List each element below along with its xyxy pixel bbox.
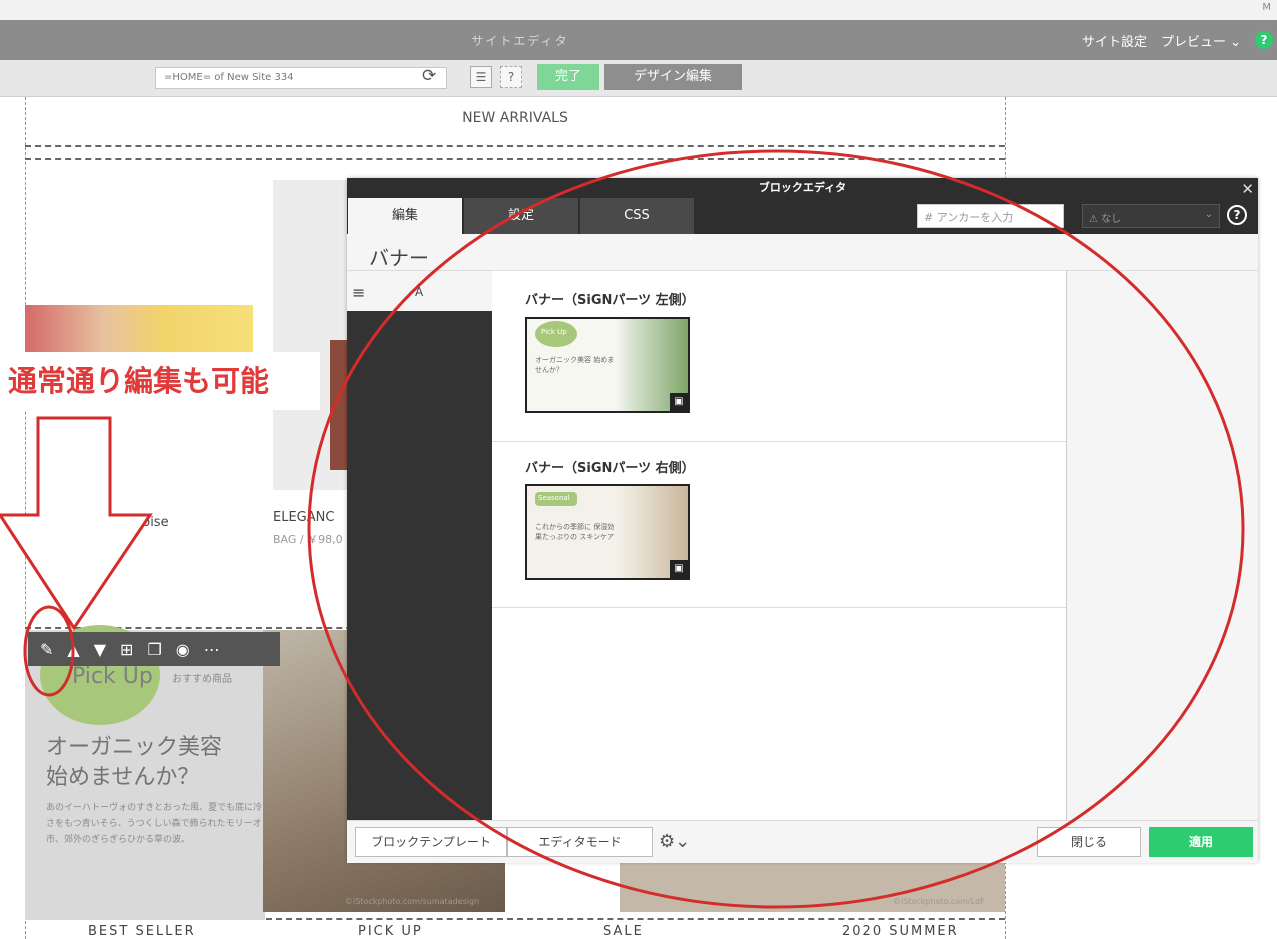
hamburger-icon[interactable]: ≡ [352, 283, 365, 302]
gear-icon[interactable]: ⚙⌄ [659, 831, 690, 852]
banner-thumbnail[interactable]: Pick Up オーガニック美容 始めませんか？ ▣ [525, 317, 690, 413]
product-price: BAG / ￥98,000- [25, 540, 113, 553]
anchor-input[interactable]: # アンカーを入力 [917, 204, 1064, 228]
more-icon[interactable]: ⋯ [204, 640, 220, 659]
section-label: PICK UP [358, 924, 423, 939]
reload-icon[interactable]: ⟳ [422, 66, 436, 86]
top-strip-mark: M [1262, 2, 1271, 13]
title-bar: サイトエディタ サイト設定 プレビュー ⌄ ? [0, 20, 1277, 60]
visibility-select-value: なし [1101, 214, 1122, 225]
tab-settings[interactable]: 設定 [464, 198, 578, 234]
tab-css[interactable]: CSS [580, 198, 694, 234]
pickup-body: あのイーハトーヴォのすきとおった風、夏でも底に冷たさをもつ青いそら、うつくしい森… [46, 803, 272, 845]
image-icon[interactable]: ▣ [670, 560, 688, 578]
section-divider [25, 145, 1005, 147]
thumb-text: これからの季節に 保湿効果たっぷりの スキンケア [535, 523, 615, 541]
page-select[interactable]: =HOME= of New Site 334 [155, 67, 447, 89]
photo-credit: ©iStockphoto.com/LdF [893, 897, 985, 906]
pencil-icon[interactable]: ✎ [40, 640, 53, 659]
block-editor-dialog: ブロックエディタ ✕ 編集 設定 CSS # アンカーを入力 ⚠ なし ⌄ ? … [347, 178, 1258, 863]
section-label: BEST SELLER [88, 924, 196, 939]
section-title: NEW ARRIVALS [462, 110, 568, 126]
product-image-detail [330, 340, 348, 470]
product-name[interactable]: ELEGANC [273, 510, 334, 525]
block-template-button[interactable]: ブロックテンプレート [355, 827, 507, 857]
banner-title: バナー（SiGNパーツ 右側） [525, 461, 695, 476]
done-button[interactable]: 完了 [537, 64, 599, 90]
thumb-text: オーガニック美容 始めませんか？ [535, 356, 615, 374]
add-block-icon[interactable]: ⊞ [120, 640, 133, 659]
section-label: SALE [603, 924, 644, 939]
banner-list: バナー（SiGNパーツ 左側） Pick Up オーガニック美容 始めませんか？… [492, 270, 1066, 821]
item-label: A [415, 285, 424, 299]
block-toolbar: ✎ ▲ ▼ ⊞ ❐ ◉ ⋯ [28, 632, 280, 666]
editor-mode-button[interactable]: エディタモード [507, 827, 653, 857]
pickup-sub: おすすめ商品 [172, 674, 232, 685]
image-icon[interactable]: ▣ [670, 393, 688, 411]
site-settings-link[interactable]: サイト設定 [1082, 31, 1147, 50]
pickup-heading: オーガニック美容 [46, 735, 223, 760]
banner-thumbnail[interactable]: Seasonal これからの季節に 保湿効果たっぷりの スキンケア ▣ [525, 484, 690, 580]
thumb-badge-label: Pick Up [541, 328, 567, 336]
divider [492, 441, 1066, 442]
close-button[interactable]: 閉じる [1037, 827, 1141, 857]
tab-edit[interactable]: 編集 [348, 198, 462, 234]
photo-credit: ©iStockphoto.com/sumatadesign [345, 897, 480, 906]
visibility-icon[interactable]: ◉ [176, 640, 190, 659]
move-down-icon[interactable]: ▼ [94, 640, 106, 659]
banner-title: バナー（SiGNパーツ 左側） [525, 293, 695, 308]
apply-button[interactable]: 適用 [1149, 827, 1253, 857]
app-title: サイトエディタ [471, 34, 569, 48]
product-name[interactable]: ELEGANCE / turquoise [25, 515, 169, 530]
help-icon[interactable]: ? [1227, 205, 1247, 225]
properties-pane [1066, 270, 1258, 820]
visibility-select[interactable]: ⚠ なし ⌄ [1082, 204, 1220, 228]
editor-toolbar: =HOME= of New Site 334 ⟳ ☰ ? 完了 デザイン編集 [0, 60, 1277, 97]
layout-icon[interactable]: ☰ [470, 66, 492, 88]
dialog-tabs: 編集 設定 CSS # アンカーを入力 ⚠ なし ⌄ ? [347, 198, 1258, 234]
dialog-footer: ブロックテンプレート エディタモード ⚙⌄ 閉じる 適用 [347, 820, 1258, 863]
dialog-heading: バナー [369, 246, 429, 270]
warning-icon: ⚠ [1089, 214, 1102, 225]
block-select-icon[interactable]: ? [500, 66, 522, 88]
design-edit-button[interactable]: デザイン編集 [604, 64, 742, 90]
copy-block-icon[interactable]: ❐ [147, 640, 161, 659]
dialog-title-text: ブロックエディタ [758, 181, 847, 194]
section-divider [25, 158, 1005, 160]
product-price: BAG / ￥98,0 [273, 533, 343, 546]
help-icon[interactable]: ? [1255, 31, 1273, 49]
move-up-icon[interactable]: ▲ [67, 640, 79, 659]
item-list-item[interactable]: ≡ A [347, 270, 492, 311]
divider [492, 607, 1066, 608]
thumb-badge-label: Seasonal [538, 494, 570, 502]
section-label: 2020 SUMMER [842, 924, 959, 939]
top-strip: M [0, 0, 1277, 20]
pickup-label: Pick Up [72, 664, 153, 689]
close-icon[interactable]: ✕ [1241, 179, 1254, 199]
chevron-down-icon: ⌄ [1204, 209, 1213, 220]
dialog-title: ブロックエディタ ✕ [347, 178, 1258, 198]
pickup-heading: 始めませんか？ [46, 765, 200, 790]
preview-menu[interactable]: プレビュー ⌄ [1161, 31, 1241, 50]
annotation-label: 通常通り編集も可能 [0, 352, 320, 410]
item-list-pane: ≡ A [347, 270, 492, 820]
